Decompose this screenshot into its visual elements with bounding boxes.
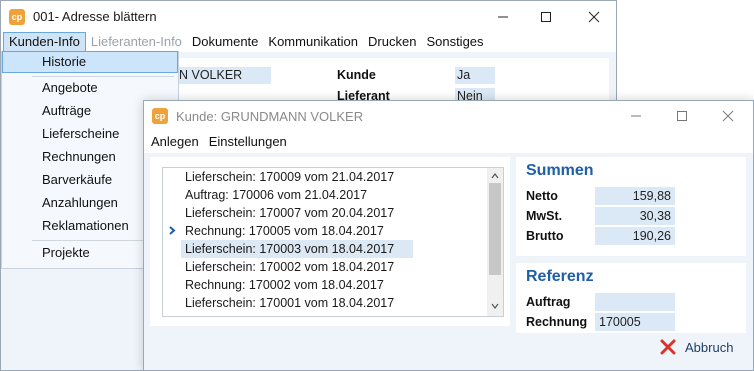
list-item[interactable]: Rechnung: 170005 vom 18.04.2017 xyxy=(163,222,487,240)
summen-panel: Summen Netto 159,88 MwSt. 30,38 Brutto 1… xyxy=(516,157,746,256)
menu-lieferanten-info[interactable]: Lieferanten-Info xyxy=(86,32,187,52)
menu-anlegen[interactable]: Anlegen xyxy=(146,132,204,152)
window-title: Kunde: GRUNDMANN VOLKER xyxy=(176,108,364,124)
scroll-thumb[interactable] xyxy=(489,183,501,275)
maximize-icon xyxy=(677,111,687,121)
customer-history-window: cp Kunde: GRUNDMANN VOLKER Anlegen Einst… xyxy=(143,100,754,371)
title-bar[interactable]: cp Kunde: GRUNDMANN VOLKER xyxy=(144,101,753,131)
app-logo-icon: cp xyxy=(9,8,25,25)
mwst-label: MwSt. xyxy=(526,209,563,223)
minimize-button[interactable] xyxy=(480,1,526,32)
netto-label: Netto xyxy=(526,189,558,203)
maximize-icon xyxy=(541,11,551,22)
brutto-value: 190,26 xyxy=(595,227,675,245)
menu-kommunikation[interactable]: Kommunikation xyxy=(263,32,363,52)
list-item[interactable]: Lieferschein: 170007 vom 20.04.2017 xyxy=(163,204,487,222)
menu-einstellungen[interactable]: Einstellungen xyxy=(204,132,292,152)
referenz-title: Referenz xyxy=(526,268,594,285)
maximize-button[interactable] xyxy=(659,101,705,131)
cancel-label: Abbruch xyxy=(685,339,734,355)
menu-bar: Anlegen Einstellungen xyxy=(144,131,753,153)
kunde-label: Kunde xyxy=(337,68,376,82)
minimize-icon xyxy=(498,16,508,17)
list-scrollbar[interactable] xyxy=(487,168,503,316)
close-icon xyxy=(722,110,734,122)
maximize-button[interactable] xyxy=(523,1,569,32)
list-item-selected[interactable]: Lieferschein: 170003 vom 18.04.2017 xyxy=(181,240,413,258)
menu-kunden-info[interactable]: Kunden-Info xyxy=(3,32,86,52)
name-field[interactable]: N VOLKER xyxy=(177,67,271,84)
scroll-down-icon[interactable] xyxy=(491,302,499,310)
scroll-up-icon[interactable] xyxy=(491,172,499,180)
rechnung-value[interactable]: 170005 xyxy=(595,313,675,331)
referenz-panel: Referenz Auftrag Rechnung 170005 xyxy=(516,263,746,333)
list-item[interactable]: Rechnung: 170002 vom 18.04.2017 xyxy=(163,276,487,294)
menu-bar: Kunden-Info Lieferanten-Info Dokumente K… xyxy=(1,32,616,52)
mwst-value: 30,38 xyxy=(595,207,675,225)
minimize-button[interactable] xyxy=(613,101,659,131)
menu-item-angebote[interactable]: Angebote xyxy=(2,77,178,99)
rechnung-label: Rechnung xyxy=(526,315,588,329)
list-item[interactable]: Lieferschein: 170002 vom 18.04.2017 xyxy=(163,258,487,276)
list-item[interactable]: Lieferschein: 170001 vom 18.04.2017 xyxy=(163,294,487,312)
history-list[interactable]: Lieferschein: 170009 vom 21.04.2017 Auft… xyxy=(162,167,504,317)
window-title: 001- Adresse blättern xyxy=(33,9,157,24)
menu-sonstiges[interactable]: Sonstiges xyxy=(421,32,488,52)
netto-value: 159,88 xyxy=(595,187,675,205)
kunde-value[interactable]: Ja xyxy=(455,67,495,84)
close-icon xyxy=(588,11,600,22)
minimize-icon xyxy=(631,115,641,117)
list-item[interactable]: Auftrag: 170006 vom 21.04.2017 xyxy=(163,186,487,204)
menu-dokumente[interactable]: Dokumente xyxy=(187,32,263,52)
auftrag-value[interactable] xyxy=(595,293,675,311)
close-button[interactable] xyxy=(571,1,617,32)
app-logo-icon: cp xyxy=(152,108,168,124)
menu-drucken[interactable]: Drucken xyxy=(363,32,421,52)
cancel-button[interactable]: Abbruch xyxy=(659,337,733,357)
summen-title: Summen xyxy=(526,162,594,179)
red-x-icon xyxy=(660,339,676,355)
list-item[interactable]: Lieferschein: 170009 vom 21.04.2017 xyxy=(163,168,487,186)
close-button[interactable] xyxy=(705,101,751,131)
title-bar[interactable]: cp 001- Adresse blättern xyxy=(1,1,616,32)
menu-item-historie[interactable]: Historie xyxy=(2,51,178,73)
history-panel: Lieferschein: 170009 vom 21.04.2017 Auft… xyxy=(150,157,510,326)
auftrag-label: Auftrag xyxy=(526,295,571,309)
brutto-label: Brutto xyxy=(526,229,564,243)
